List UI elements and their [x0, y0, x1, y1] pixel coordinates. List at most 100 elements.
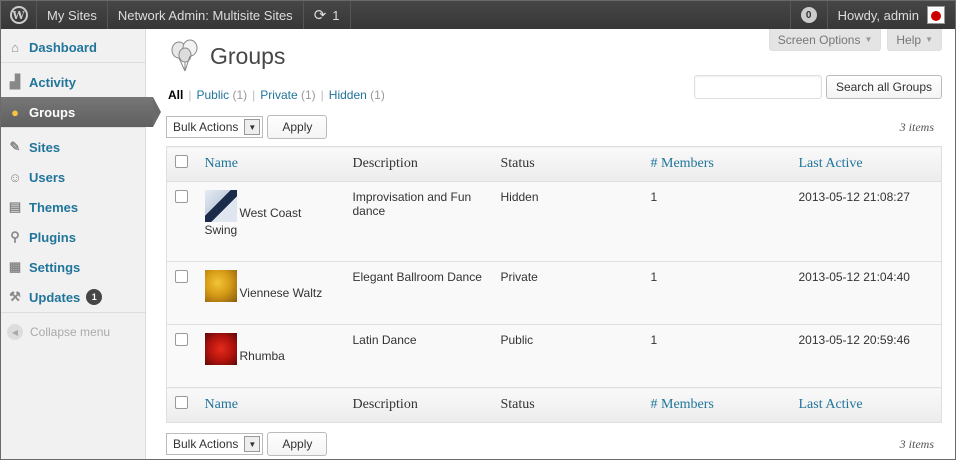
group-avatar: [204, 270, 237, 302]
sidebar-item-plugins[interactable]: ⚲ Plugins: [1, 222, 145, 252]
notification-count: 0: [800, 7, 817, 23]
my-sites-link[interactable]: My Sites: [37, 1, 108, 29]
column-last-active[interactable]: Last Active: [790, 146, 942, 182]
wordpress-logo-icon: W: [9, 6, 28, 24]
status-filters: All | Public (1) | Private (1) | Hidden (1): [168, 88, 385, 102]
filter-private[interactable]: Private (1): [260, 88, 315, 102]
account-menu[interactable]: Howdy, admin: [826, 1, 955, 29]
chevron-down-icon: ▼: [864, 35, 873, 44]
group-members: 1: [642, 324, 791, 388]
settings-icon: ▦: [8, 259, 22, 274]
select-all-checkbox[interactable]: [175, 396, 188, 409]
filter-hidden[interactable]: Hidden (1): [329, 88, 385, 102]
group-name-cell: West Coast Swing: [196, 181, 345, 262]
screen-meta-links: Screen Options ▼ Help ▼: [768, 29, 942, 51]
users-icon: ☺: [8, 169, 22, 185]
group-last-active: 2013-05-12 21:04:40: [790, 261, 942, 325]
tablenav-top: Bulk Actions ▼ Apply 3 items: [166, 114, 942, 140]
items-count: 3 items: [899, 436, 934, 451]
updates-badge: 1: [86, 289, 103, 305]
updates-link[interactable]: ⟳ 1: [304, 1, 351, 29]
bulk-actions-select[interactable]: Bulk Actions ▼: [166, 116, 264, 138]
items-count: 3 items: [899, 119, 934, 134]
help-label: Help: [896, 32, 922, 47]
updates-count: 1: [332, 7, 340, 23]
table-header-row: Name Description Status # Members Last A…: [166, 146, 942, 182]
page-header: Groups: [168, 39, 285, 73]
group-description: Elegant Ballroom Dance: [344, 261, 493, 325]
column-members[interactable]: # Members: [642, 146, 791, 182]
chevron-down-icon: ▼: [925, 35, 933, 44]
column-last-active[interactable]: Last Active: [790, 387, 942, 423]
avatar: [927, 6, 945, 24]
screen-options-button[interactable]: Screen Options ▼: [768, 29, 882, 51]
sidebar-item-sites[interactable]: ✎ Sites: [1, 132, 145, 162]
sidebar-item-themes[interactable]: ▤ Themes: [1, 192, 145, 222]
group-members: 1: [642, 261, 791, 325]
group-last-active: 2013-05-12 20:59:46: [790, 324, 942, 388]
group-status: Hidden: [492, 181, 643, 262]
chevron-down-icon: ▼: [244, 436, 261, 452]
balloons-icon: [168, 39, 202, 73]
admin-bar: W My Sites Network Admin: Multisite Site…: [1, 1, 955, 29]
group-members: 1: [642, 181, 791, 262]
sidebar-item-groups[interactable]: ● Groups: [1, 97, 161, 127]
sidebar-item-dashboard[interactable]: ⌂ Dashboard: [1, 32, 145, 62]
group-description: Latin Dance: [344, 324, 493, 388]
group-name-link[interactable]: Rhumba: [240, 349, 285, 363]
screen-options-label: Screen Options: [777, 32, 861, 47]
sites-icon: ✎: [9, 139, 21, 154]
group-last-active: 2013-05-12 21:08:27: [790, 181, 942, 262]
admin-menu: ⌂ Dashboard ▟ Activity ● Groups ✎ Sites …: [1, 29, 161, 459]
filter-public[interactable]: Public (1): [196, 88, 247, 102]
filter-private-label: Private: [260, 88, 298, 102]
column-name[interactable]: Name: [196, 146, 345, 182]
row-checkbox[interactable]: [175, 190, 188, 203]
sidebar-item-settings[interactable]: ▦ Settings: [1, 252, 145, 282]
sidebar-item-users[interactable]: ☺ Users: [1, 162, 145, 192]
row-checkbox-cell: [166, 261, 197, 325]
help-button[interactable]: Help ▼: [887, 29, 942, 51]
sidebar-item-label: Updates: [29, 289, 81, 305]
search-input[interactable]: [693, 75, 822, 99]
filter-all[interactable]: All: [168, 88, 183, 102]
home-icon: ⌂: [11, 39, 19, 55]
main-content: Screen Options ▼ Help ▼ Groups All | Publi…: [166, 29, 942, 459]
row-checkbox[interactable]: [175, 270, 188, 283]
table-row: Viennese Waltz Elegant Ballroom Dance Pr…: [166, 261, 942, 325]
group-avatar: [204, 190, 237, 222]
groups-table: Name Description Status # Members Last A…: [166, 146, 942, 423]
select-all-cell: [166, 387, 197, 423]
search-groups-button[interactable]: Search all Groups: [825, 75, 942, 99]
sidebar-item-label: Plugins: [29, 229, 76, 245]
group-avatar: [204, 333, 237, 365]
bulk-actions-label: Bulk Actions: [173, 437, 239, 451]
collapse-arrow-icon: ◀: [7, 324, 23, 340]
network-admin-link[interactable]: Network Admin: Multisite Sites: [108, 1, 304, 29]
select-all-checkbox[interactable]: [175, 155, 188, 168]
column-members[interactable]: # Members: [642, 387, 791, 423]
filter-hidden-count: (1): [370, 88, 385, 102]
wordpress-logo-button[interactable]: W: [1, 1, 37, 29]
table-row: West Coast Swing Improvisation and Fun d…: [166, 181, 942, 262]
row-checkbox[interactable]: [175, 333, 188, 346]
column-status: Status: [492, 387, 643, 423]
page-title: Groups: [210, 42, 286, 69]
sidebar-item-label: Sites: [29, 139, 61, 155]
group-name-link[interactable]: Viennese Waltz: [240, 286, 323, 300]
bulk-actions-select[interactable]: Bulk Actions ▼: [166, 433, 264, 455]
group-status: Public: [492, 324, 643, 388]
group-status: Private: [492, 261, 643, 325]
themes-icon: ▤: [8, 199, 22, 214]
sidebar-item-label: Dashboard: [29, 39, 97, 55]
groups-icon: ●: [11, 104, 19, 120]
sidebar-item-label: Groups: [29, 104, 76, 120]
sidebar-item-updates[interactable]: ⚒ Updates 1: [1, 282, 145, 312]
column-name[interactable]: Name: [196, 387, 345, 423]
apply-button[interactable]: Apply: [267, 432, 328, 456]
sidebar-item-activity[interactable]: ▟ Activity: [1, 67, 145, 97]
collapse-menu-button[interactable]: ◀ Collapse menu: [1, 317, 145, 347]
notifications-button[interactable]: 0: [789, 1, 827, 29]
tablenav-bottom: Bulk Actions ▼ Apply 3 items: [166, 431, 942, 457]
apply-button[interactable]: Apply: [267, 115, 328, 139]
